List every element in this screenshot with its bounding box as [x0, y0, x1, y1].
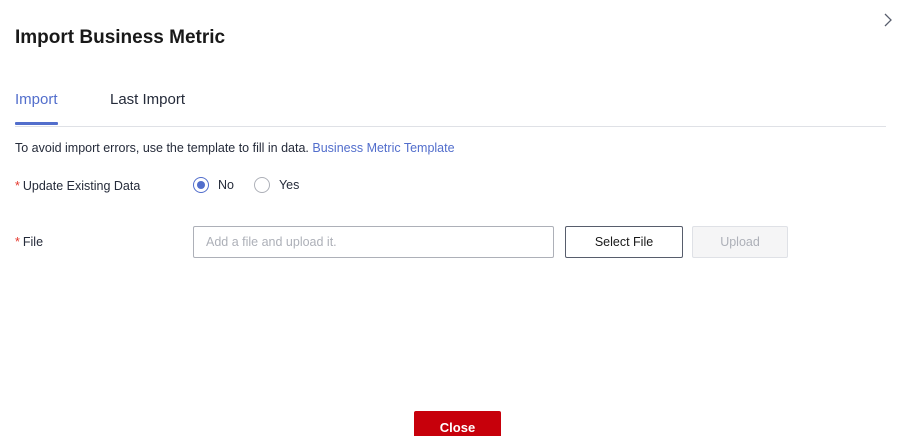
import-dialog: Import Business Metric Import Last Impor… — [0, 0, 908, 436]
radio-checked-icon[interactable] — [193, 177, 209, 193]
required-mark: * — [15, 235, 20, 249]
file-label: * File — [15, 235, 43, 249]
required-mark: * — [15, 179, 20, 193]
file-path-input[interactable] — [193, 226, 554, 258]
hint-text: To avoid import errors, use the template… — [15, 141, 309, 155]
tab-bar: Import Last Import — [15, 91, 886, 127]
tab-last-import[interactable]: Last Import — [110, 91, 185, 125]
update-existing-label: * Update Existing Data — [15, 179, 140, 193]
radio-yes-label: Yes — [278, 178, 300, 192]
tab-import[interactable]: Import — [15, 91, 58, 125]
template-link[interactable]: Business Metric Template — [312, 141, 454, 155]
radio-yes[interactable]: Yes — [253, 177, 300, 193]
select-file-button[interactable]: Select File — [565, 226, 683, 258]
update-existing-radio-group: No Yes — [193, 177, 319, 193]
dialog-title: Import Business Metric — [15, 27, 226, 48]
update-existing-label-text: Update Existing Data — [22, 179, 141, 193]
radio-no[interactable]: No — [193, 177, 234, 193]
file-label-text: File — [22, 235, 44, 249]
template-hint: To avoid import errors, use the template… — [15, 141, 455, 155]
close-icon[interactable] — [878, 10, 898, 30]
radio-no-label: No — [218, 178, 234, 192]
upload-button[interactable]: Upload — [692, 226, 788, 258]
radio-unchecked-icon[interactable] — [253, 177, 270, 193]
close-button[interactable]: Close — [414, 411, 501, 436]
